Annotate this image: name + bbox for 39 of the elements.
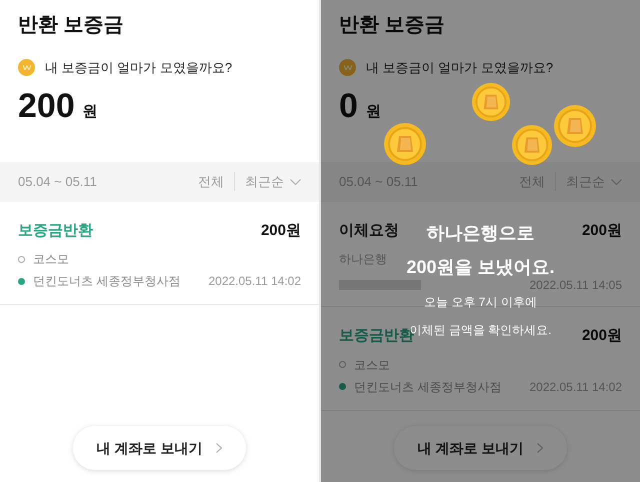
page-title: 반환 보증금: [338, 13, 446, 38]
bank-name: 하나은행: [339, 251, 387, 268]
date-range: 05.04 ~ 05.11: [18, 172, 97, 191]
chevron-down-icon: [290, 178, 301, 184]
transaction-date: 2022.05.11 14:02: [529, 378, 622, 396]
notice-text: 오늘 오후 7시 이후에: [424, 294, 537, 311]
stop-name: 코스모: [354, 356, 390, 374]
coin-icon: [18, 59, 35, 76]
currency-unit: 원: [366, 102, 381, 122]
sort-dropdown[interactable]: 최근순: [235, 172, 301, 192]
chevron-right-icon: [537, 443, 544, 453]
sent-message: 200원을 보냈어요.: [406, 256, 555, 279]
page-title: 반환 보증금: [17, 13, 125, 38]
type-filter[interactable]: 전체: [198, 172, 235, 192]
stop-name: 던킨도너츠 세종정부청사점: [33, 273, 180, 290]
sent-message: 하나은행으로: [426, 222, 534, 245]
transaction-title: 보증금반환: [18, 220, 93, 240]
coin-drawing: [383, 122, 427, 166]
transaction-amount: 200원: [260, 220, 301, 240]
transaction-date: 2022.05.11 14:05: [529, 277, 622, 294]
coin-drawing: [553, 104, 597, 148]
transaction-amount: 200원: [582, 326, 622, 346]
chevron-down-icon: [611, 178, 622, 184]
send-to-account-button[interactable]: 내 계좌로 보내기: [72, 426, 246, 470]
send-to-account-button[interactable]: 내 계좌로 보내기: [394, 426, 568, 470]
coin-drawing: [471, 82, 511, 122]
transaction-title: 이체요청: [339, 220, 399, 240]
question-text: 내 보증금이 얼마가 모였을까요?: [45, 59, 232, 77]
coin-drawing: [511, 124, 553, 166]
stop-name: 코스모: [33, 251, 69, 268]
transaction-date: 2022.05.11 14:02: [208, 273, 301, 290]
balance-amount: 0: [339, 86, 358, 126]
coin-icon: [339, 59, 356, 76]
transaction-amount: 200원: [582, 220, 622, 240]
currency-unit: 원: [82, 102, 98, 122]
stop-name: 던킨도너츠 세종정부청사점: [354, 378, 502, 396]
balance-amount: 200: [18, 86, 75, 126]
question-text: 내 보증금이 얼마가 모였을까요?: [366, 59, 554, 77]
chevron-right-icon: [216, 443, 222, 453]
